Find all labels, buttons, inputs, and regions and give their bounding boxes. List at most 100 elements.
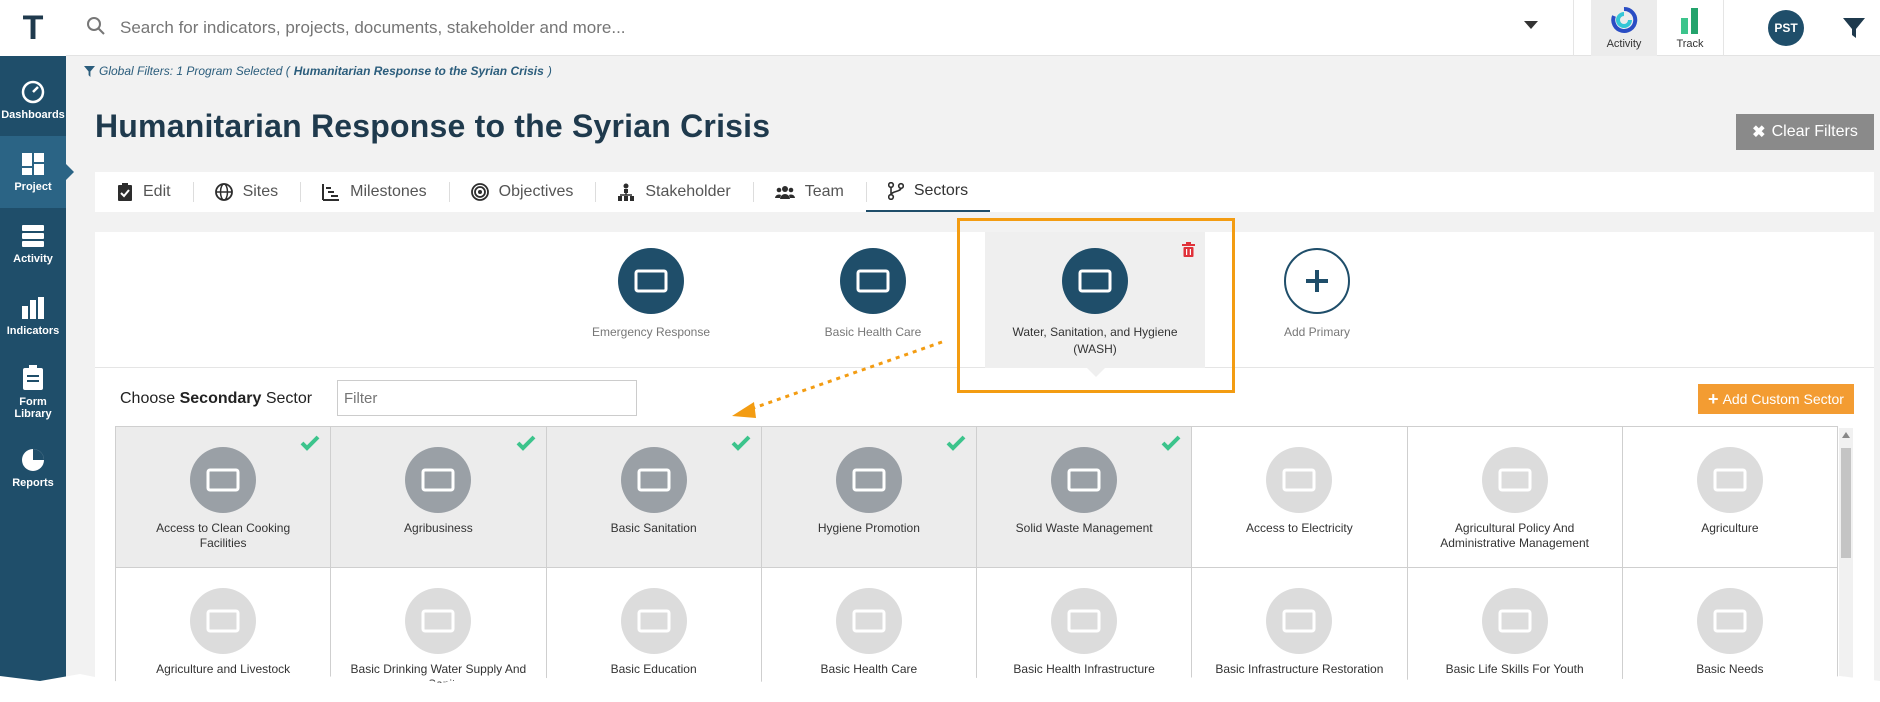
sector-circle <box>190 588 257 654</box>
sector-circle <box>1696 588 1763 654</box>
add-primary-button[interactable]: Add Primary <box>1207 232 1427 368</box>
sector-card-label: Access to Clean Cooking Facilities <box>156 521 291 550</box>
clear-filters-button[interactable]: ✖ Clear Filters <box>1736 114 1874 150</box>
global-filters-prefix: Global Filters: 1 Program Selected ( <box>99 64 290 78</box>
track-button[interactable]: Track <box>1657 0 1723 56</box>
sector-icon <box>1067 609 1101 633</box>
globe-icon <box>214 183 233 201</box>
secondary-sector-grid: Access to Clean Cooking Facilities Agribu… <box>115 426 1838 702</box>
sector-icon <box>1282 468 1316 492</box>
sector-circle <box>618 248 684 314</box>
sector-icon <box>637 468 671 492</box>
tab-edit[interactable]: Edit <box>95 172 193 212</box>
sector-card[interactable]: Agribusiness <box>330 426 547 568</box>
sidebar-item-project[interactable]: Project <box>0 136 74 208</box>
sidebar-item-dashboards[interactable]: Dashboards <box>0 64 66 136</box>
sector-circle <box>835 588 902 654</box>
activity-list-icon <box>22 224 44 247</box>
sector-card[interactable]: Hygiene Promotion <box>760 426 977 568</box>
track-icon <box>1681 8 1698 34</box>
sidebar-item-form-library[interactable]: Form Library <box>0 356 66 428</box>
check-icon <box>946 435 966 451</box>
sidebar: Dashboards Project Activity Indicators F… <box>0 56 74 702</box>
sector-card[interactable]: Access to Electricity <box>1191 426 1408 568</box>
tab-objectives[interactable]: Objectives <box>448 172 596 212</box>
sector-icon <box>206 468 240 492</box>
tab-team[interactable]: Team <box>752 172 866 212</box>
tab-label: Team <box>804 183 844 200</box>
global-filters-suffix: ) <box>547 64 552 78</box>
target-icon <box>470 183 489 201</box>
torn-edge <box>0 674 1880 702</box>
sector-card[interactable]: Solid Waste Management <box>976 426 1193 568</box>
label-part: Secondary <box>179 390 262 407</box>
check-icon <box>731 435 751 451</box>
sector-icon <box>634 269 668 293</box>
label-part: Sector <box>261 390 313 407</box>
sector-card-label: Agribusiness <box>404 521 473 535</box>
tab-label: Objectives <box>498 183 574 200</box>
primary-sector-label: Add Primary <box>1283 325 1351 339</box>
sector-card[interactable]: Agricultural Policy And Administrative M… <box>1406 426 1623 568</box>
filter-icon <box>84 65 95 77</box>
add-custom-sector-button[interactable]: + Add Custom Sector <box>1698 384 1854 414</box>
sidebar-item-reports[interactable]: Reports <box>0 432 66 504</box>
tab-stakeholder[interactable]: Stakeholder <box>595 172 752 212</box>
sidebar-item-activity[interactable]: Activity <box>0 208 66 280</box>
chevron-down-icon[interactable] <box>1524 21 1538 29</box>
sector-icon <box>1713 609 1747 633</box>
activity-button[interactable]: Activity <box>1591 0 1657 56</box>
sector-circle <box>1284 248 1350 314</box>
avatar[interactable]: PST <box>1768 10 1804 46</box>
clipboard-icon <box>118 183 132 201</box>
sector-circle <box>1481 447 1548 513</box>
sector-icon <box>206 609 240 633</box>
filter-icon[interactable] <box>1842 16 1866 40</box>
filter-input[interactable] <box>337 380 637 416</box>
sector-card-label: Solid Waste Management <box>1015 521 1153 535</box>
sector-circle <box>405 588 472 654</box>
sector-circle <box>190 447 257 513</box>
check-icon <box>300 435 320 451</box>
sector-card-label: Basic Sanitation <box>610 521 697 535</box>
check-icon <box>1161 435 1181 451</box>
secondary-sector-label: Choose Secondary Sector <box>120 390 312 408</box>
app-logo[interactable]: T <box>0 0 66 56</box>
form-library-icon <box>23 364 43 390</box>
scroll-thumb[interactable] <box>1841 448 1851 558</box>
sector-icon <box>637 609 671 633</box>
sector-circle <box>835 447 902 513</box>
sector-circle <box>405 447 472 513</box>
tab-sectors[interactable]: Sectors <box>865 172 991 212</box>
sector-icon <box>1282 609 1316 633</box>
tab-sites[interactable]: Sites <box>192 172 301 212</box>
tab-label: Stakeholder <box>645 183 731 200</box>
sector-card[interactable]: Access to Clean Cooking Facilities <box>115 426 332 568</box>
close-icon: ✖ <box>1752 124 1766 141</box>
sector-circle <box>1266 447 1333 513</box>
scrollbar[interactable] <box>1839 428 1853 702</box>
sector-icon <box>852 468 886 492</box>
sidebar-item-label: Dashboards <box>1 108 65 121</box>
tab-label: Edit <box>143 183 171 200</box>
sector-circle <box>1481 588 1548 654</box>
sector-card[interactable]: Agriculture <box>1621 426 1838 568</box>
label-part: Choose <box>120 390 180 407</box>
scroll-up-icon[interactable] <box>1842 432 1850 438</box>
sidebar-item-label: Form Library <box>14 395 52 420</box>
sidebar-item-label: Indicators <box>6 324 60 337</box>
tab-label: Sites <box>242 183 279 200</box>
sector-card[interactable]: Basic Sanitation <box>545 426 762 568</box>
reports-icon <box>22 448 44 471</box>
track-label: Track <box>1676 38 1704 50</box>
sidebar-item-indicators[interactable]: Indicators <box>0 280 66 352</box>
global-filters[interactable]: Global Filters: 1 Program Selected ( Hum… <box>84 64 552 78</box>
search-input[interactable] <box>120 12 1500 44</box>
tab-milestones[interactable]: Milestones <box>300 172 448 212</box>
divider <box>1573 0 1574 56</box>
tab-label: Milestones <box>350 183 427 200</box>
activity-label: Activity <box>1606 38 1642 50</box>
sector-circle <box>1051 447 1118 513</box>
sector-icon <box>1713 468 1747 492</box>
page-title: Humanitarian Response to the Syrian Cris… <box>95 108 771 144</box>
